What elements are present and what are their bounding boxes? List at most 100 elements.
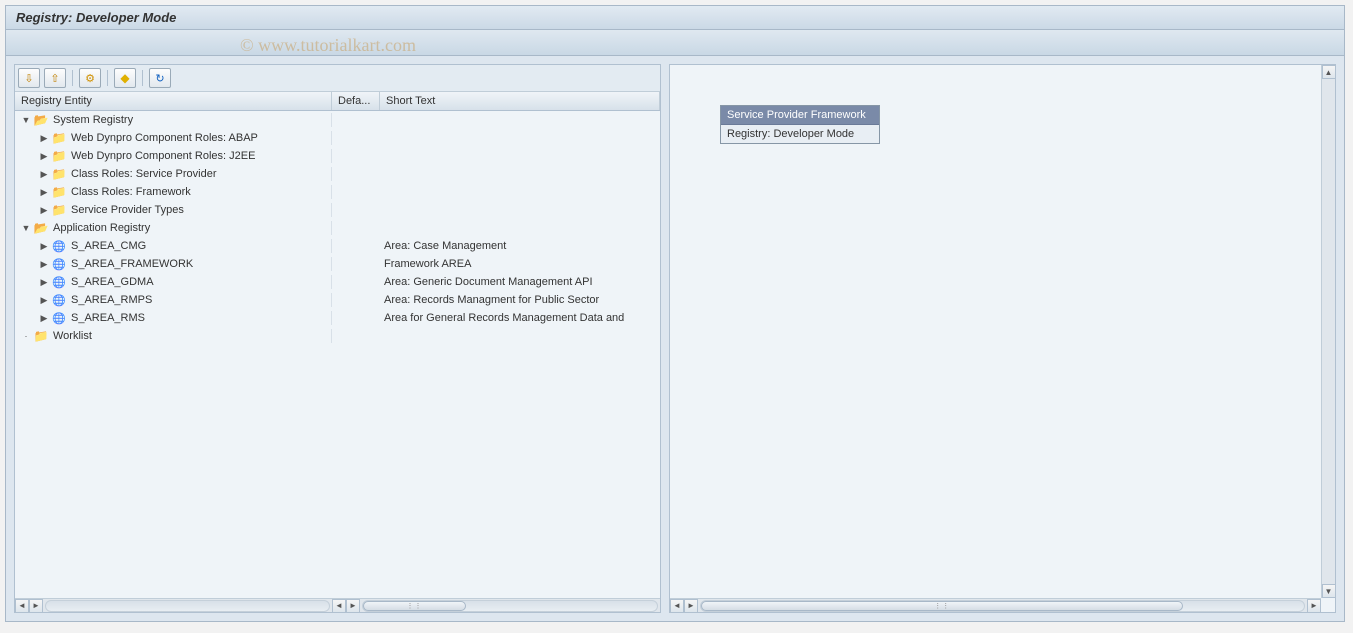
folder-icon	[51, 167, 67, 181]
tree-cell-entity: ▶S_AREA_GDMA	[15, 275, 332, 289]
tree-row[interactable]: ▶S_AREA_GDMA Area: Generic Document Manag…	[15, 273, 660, 291]
scrollbar-track[interactable]: ⋮⋮	[700, 600, 1305, 612]
detail-vertical-scrollbar[interactable]: ▲ ▼	[1321, 65, 1335, 598]
folder-icon	[33, 113, 49, 127]
tree-expander[interactable]: ▶	[39, 205, 49, 216]
info-box-body: Registry: Developer Mode	[721, 125, 879, 143]
toolbar-separator	[72, 70, 73, 86]
folder-icon	[51, 149, 67, 163]
app-toolbar	[6, 30, 1344, 56]
tree-row[interactable]: ▶ Web Dynpro Component Roles: J2EE	[15, 147, 660, 165]
tree-expander[interactable]: ▼	[21, 223, 31, 233]
legend-button[interactable]: ◆	[114, 68, 136, 88]
tree-cell-entity: ▶ Class Roles: Service Provider	[15, 167, 332, 181]
tree-header: Registry Entity Defa... Short Text	[15, 92, 660, 111]
tree-node-label: S_AREA_FRAMEWORK	[71, 258, 193, 270]
area-icon	[51, 275, 67, 289]
info-box-header: Service Provider Framework	[721, 106, 879, 125]
column-header-short-text[interactable]: Short Text	[380, 92, 660, 110]
column-header-entity[interactable]: Registry Entity	[15, 92, 332, 110]
tree-cell-entity: ▶ S_AREA_RMS	[15, 311, 332, 325]
scroll-right-end-button[interactable]: ►	[1307, 599, 1321, 613]
tree-node-label: S_AREA_RMS	[71, 312, 145, 324]
tree-row[interactable]: ▶ Service Provider Types	[15, 201, 660, 219]
tree-node-label: Class Roles: Framework	[71, 186, 191, 198]
refresh-icon: ↻	[155, 72, 164, 85]
column-header-default[interactable]: Defa...	[332, 92, 380, 110]
tree-row[interactable]: ▶ Class Roles: Framework	[15, 183, 660, 201]
folder-icon	[33, 221, 49, 235]
tree-row[interactable]: ▶ Class Roles: Service Provider	[15, 165, 660, 183]
scroll-left-button[interactable]: ◄	[670, 599, 684, 613]
detail-horizontal-scrollbar[interactable]: ◄ ► ⋮⋮ ►	[670, 598, 1321, 612]
tree-expander[interactable]: ▶	[39, 277, 49, 288]
tree-node-label: S_AREA_RMPS	[71, 294, 152, 306]
tree-cell-short-text: Area: Generic Document Management API	[380, 276, 660, 288]
tree-expander[interactable]: ▶	[39, 187, 49, 198]
tree-node-label: Application Registry	[53, 222, 150, 234]
toolbar-separator	[142, 70, 143, 86]
entity-col-scrollbar[interactable]: ◄ ►	[15, 598, 332, 612]
tree-node-label: Worklist	[53, 330, 92, 342]
scroll-right-button[interactable]: ►	[346, 599, 360, 613]
detail-content: Service Provider Framework Registry: Dev…	[670, 65, 1321, 598]
scroll-right-button[interactable]: ►	[684, 599, 698, 613]
folder-icon	[33, 329, 49, 343]
tree-expander[interactable]: ▶	[39, 151, 49, 162]
tree-expander[interactable]: ▼	[21, 115, 31, 125]
scrollbar-track[interactable]: ⋮⋮	[362, 600, 658, 612]
tree-node-label: Web Dynpro Component Roles: J2EE	[71, 150, 255, 162]
tree-node-label: Class Roles: Service Provider	[71, 168, 217, 180]
scrollbar-track[interactable]	[45, 600, 330, 612]
tree-row[interactable]: ▶ S_AREA_RMPS Area: Records Managment for …	[15, 291, 660, 309]
tree-expander[interactable]: ▶	[39, 295, 49, 306]
tree-row[interactable]: · Worklist	[15, 327, 660, 345]
tree-node-label: S_AREA_CMG	[71, 240, 146, 252]
content-area: ⇩ ⇧ ⚙ ◆ ↻ Registry Entity Defa... Short …	[6, 56, 1344, 621]
area-icon	[51, 239, 67, 253]
tree-body[interactable]: ▼System Registry▶Web Dynpro Component Ro…	[15, 111, 660, 612]
window-title: Registry: Developer Mode	[6, 6, 1344, 30]
folder-icon	[51, 203, 67, 217]
tree-cell-entity: ▼ Application Registry	[15, 221, 332, 235]
tree-expander[interactable]: ▶	[39, 241, 49, 252]
tree-node-label: Service Provider Types	[71, 204, 184, 216]
tree-row[interactable]: ▶ S_AREA_CMG Area: Case Management	[15, 237, 660, 255]
scroll-up-button[interactable]: ▲	[1322, 65, 1336, 79]
scroll-left-button[interactable]: ◄	[15, 599, 29, 613]
tree-cell-entity: · Worklist	[15, 329, 332, 343]
tree-row[interactable]: ▶S_AREA_FRAMEWORKFramework AREA	[15, 255, 660, 273]
tree-cell-entity: ▶Web Dynpro Component Roles: ABAP	[15, 131, 332, 145]
tree-cell-short-text: Area: Case Management	[380, 240, 660, 252]
tree-cell-short-text: Area for General Records Management Data…	[380, 312, 660, 324]
settings-button[interactable]: ⚙	[79, 68, 101, 88]
tree-cell-entity: ▶ S_AREA_CMG	[15, 239, 332, 253]
tree-row[interactable]: ▼ System Registry	[15, 111, 660, 129]
scrollbar-thumb[interactable]: ⋮⋮	[701, 601, 1183, 611]
gear-icon: ⚙	[85, 72, 95, 85]
collapse-all-button[interactable]: ⇧	[44, 68, 66, 88]
scroll-down-button[interactable]: ▼	[1322, 584, 1336, 598]
tree-expander[interactable]: ▶	[39, 169, 49, 180]
toolbar-separator	[107, 70, 108, 86]
tree-row[interactable]: ▶Web Dynpro Component Roles: ABAP	[15, 129, 660, 147]
area-icon	[51, 293, 67, 307]
tree-row[interactable]: ▼ Application Registry	[15, 219, 660, 237]
tree-expander[interactable]: ·	[21, 331, 31, 341]
expand-all-button[interactable]: ⇩	[18, 68, 40, 88]
tree-row[interactable]: ▶ S_AREA_RMS Area for General Records Mana…	[15, 309, 660, 327]
tree-cell-entity: ▶ S_AREA_FRAMEWORK	[15, 257, 332, 271]
tree-cell-entity: ▶ S_AREA_RMPS	[15, 293, 332, 307]
detail-col-scrollbar[interactable]: ◄ ► ⋮⋮	[332, 598, 660, 612]
tree-cell-entity: ▶ Web Dynpro Component Roles: J2EE	[15, 149, 332, 163]
tree-expander[interactable]: ▶	[39, 313, 49, 324]
refresh-button[interactable]: ↻	[149, 68, 171, 88]
folder-icon	[51, 185, 67, 199]
tree-node-label: System Registry	[53, 114, 133, 126]
scroll-left-button[interactable]: ◄	[332, 599, 346, 613]
scrollbar-thumb[interactable]: ⋮⋮	[363, 601, 466, 611]
scroll-right-button[interactable]: ►	[29, 599, 43, 613]
tree-cell-short-text: Area: Records Managment for Public Secto…	[380, 294, 660, 306]
tree-expander[interactable]: ▶	[39, 259, 49, 270]
tree-expander[interactable]: ▶	[39, 133, 49, 144]
